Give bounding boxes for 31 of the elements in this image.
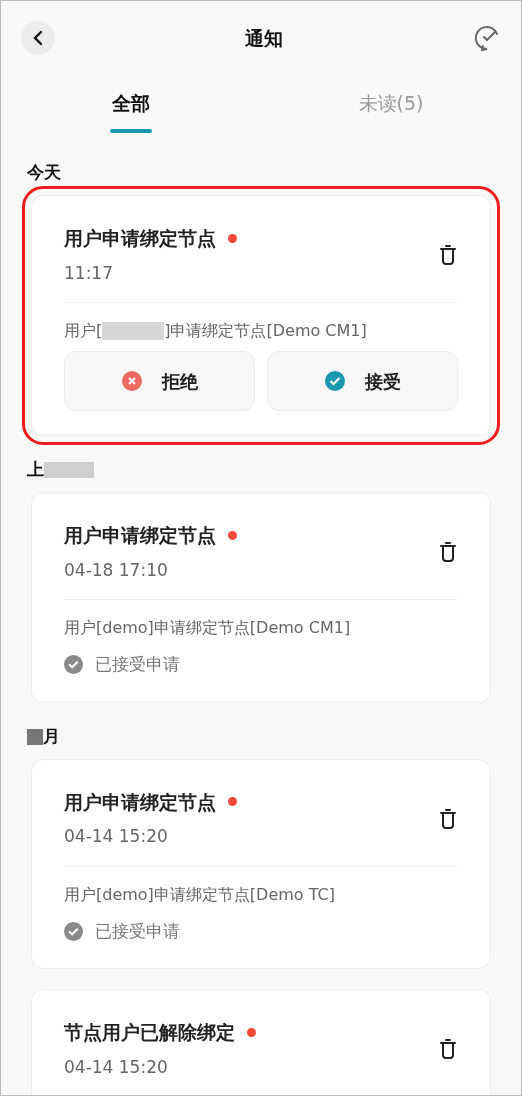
notification-message: 用户[demo]申请绑定节点[Demo CM1] [64,617,351,639]
check-icon [64,655,83,675]
check-icon [64,921,83,941]
notification-time: 04-14 15:20 [64,825,169,848]
notification-time: 11:17 [64,261,114,285]
notification-title: 用户申请绑定节点 [64,789,216,815]
back-button[interactable] [21,21,55,55]
trash-icon[interactable] [438,541,458,563]
notification-time: 04-14 15:20 [64,1055,169,1079]
notification-title: 节点用户已解除绑定 [64,1020,235,1045]
check-icon [324,371,345,391]
reject-button[interactable]: 拒绝 [64,351,255,411]
accept-button[interactable]: 接受 [267,351,458,411]
notification-message: ]申请绑定节点[Demo CM1] [164,320,367,342]
notification-message: 用户[ [64,320,103,342]
trash-icon[interactable] [438,244,458,266]
notification-title: 用户申请绑定节点 [64,523,216,548]
section-heading: 月 [43,724,60,748]
tab[interactable]: 全部 [1,75,261,147]
notification-message: 用户[demo]申请绑定节点[Demo TC] [64,883,335,906]
status-text: 已接受申请 [95,919,180,943]
section-heading: 上 [27,458,44,482]
notification-title: 用户申请绑定节点 [64,226,216,251]
section-heading: 今天 [27,161,61,185]
page-title: 通知 [245,25,283,51]
back-icon [32,30,44,46]
close-icon [121,371,142,391]
trash-icon[interactable] [438,807,458,830]
status-text: 已接受申请 [95,653,180,676]
trash-icon[interactable] [438,1038,458,1060]
notification-time: 04-18 17:10 [64,558,169,582]
